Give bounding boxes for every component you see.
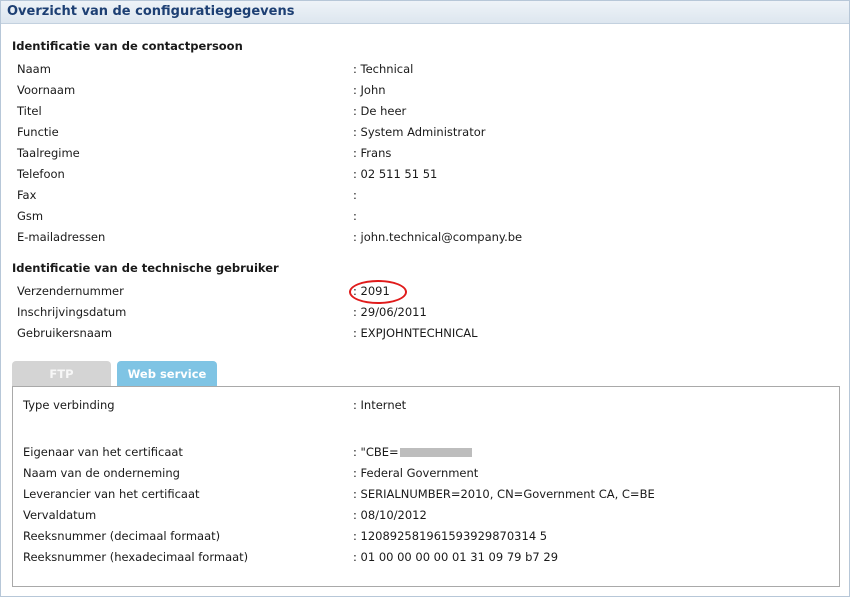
- field-value: : John: [353, 83, 386, 97]
- technical-row-gebruikersnaam: Gebruikersnaam : EXPJOHNTECHNICAL: [17, 325, 837, 341]
- field-label: Verzendernummer: [17, 284, 124, 298]
- contact-row-fax: Fax :: [17, 187, 837, 203]
- field-value: : Federal Government: [353, 466, 479, 480]
- field-value: : john.technical@company.be: [353, 230, 523, 244]
- field-label: Type verbinding: [23, 398, 115, 412]
- tab-web-service[interactable]: Web service: [117, 361, 217, 386]
- field-value: : SERIALNUMBER=2010, CN=Government CA, C…: [353, 487, 655, 501]
- field-value: : Frans: [353, 146, 392, 160]
- certificate-owner-value-wrap: : "CBE=: [353, 444, 472, 460]
- field-value: :: [353, 209, 357, 223]
- field-label: E-mailadressen: [17, 230, 106, 244]
- field-value: : Technical: [353, 62, 414, 76]
- field-label: Gebruikersnaam: [17, 326, 113, 340]
- ws-row-type-verbinding: Type verbinding : Internet: [23, 397, 833, 413]
- field-label: Reeksnummer (decimaal formaat): [23, 529, 221, 543]
- tab-ftp[interactable]: FTP: [12, 361, 111, 386]
- ws-row-leverancier: Leverancier van het certificaat : SERIAL…: [23, 486, 833, 502]
- contact-row-taalregime: Taalregime : Frans: [17, 145, 837, 161]
- field-label: Titel: [17, 104, 42, 118]
- field-value: : De heer: [353, 104, 407, 118]
- field-value: : "CBE=: [353, 445, 399, 459]
- field-label: Voornaam: [17, 83, 76, 97]
- highlight-circle: [349, 280, 407, 304]
- field-label: Functie: [17, 125, 59, 139]
- field-value: :: [353, 188, 357, 202]
- web-service-tab-panel: Type verbinding : Internet Eigenaar van …: [12, 386, 840, 587]
- ws-row-vervaldatum: Vervaldatum : 08/10/2012: [23, 507, 833, 523]
- field-label: Leverancier van het certificaat: [23, 487, 200, 501]
- redacted-block: [399, 448, 472, 457]
- field-label: Fax: [17, 188, 37, 202]
- technical-row-verzendernummer: Verzendernummer : 2091: [17, 283, 837, 299]
- ws-row-reeksnummer-hex: Reeksnummer (hexadecimaal formaat) : 01 …: [23, 549, 833, 565]
- ws-row-eigenaar: Eigenaar van het certificaat : "CBE=: [23, 444, 833, 460]
- contact-row-email: E-mailadressen : john.technical@company.…: [17, 229, 837, 245]
- ws-row-onderneming: Naam van de onderneming : Federal Govern…: [23, 465, 833, 481]
- field-label: Naam van de onderneming: [23, 466, 180, 480]
- contact-row-telefoon: Telefoon : 02 511 51 51: [17, 166, 837, 182]
- field-value: : System Administrator: [353, 125, 486, 139]
- contact-row-naam: Naam : Technical: [17, 61, 837, 77]
- contact-section-title: Identificatie van de contactpersoon: [12, 39, 243, 53]
- field-label: Naam: [17, 62, 51, 76]
- contact-row-functie: Functie : System Administrator: [17, 124, 837, 140]
- contact-row-titel: Titel : De heer: [17, 103, 837, 119]
- panel-title: Overzicht van de configuratiegegevens: [1, 1, 849, 24]
- field-value: : 02 511 51 51: [353, 167, 438, 181]
- configuration-overview-panel: Overzicht van de configuratiegegevens Id…: [0, 0, 850, 597]
- technical-row-inschrijvingsdatum: Inschrijvingsdatum : 29/06/2011: [17, 304, 837, 320]
- field-label: Taalregime: [17, 146, 80, 160]
- ws-row-reeksnummer-decimaal: Reeksnummer (decimaal formaat) : 1208925…: [23, 528, 833, 544]
- field-label: Vervaldatum: [23, 508, 97, 522]
- contact-row-voornaam: Voornaam : John: [17, 82, 837, 98]
- contact-row-gsm: Gsm :: [17, 208, 837, 224]
- field-label: Telefoon: [17, 167, 65, 181]
- field-value: : Internet: [353, 398, 407, 412]
- field-label: Inschrijvingsdatum: [17, 305, 127, 319]
- field-value: : 08/10/2012: [353, 508, 427, 522]
- field-value: : EXPJOHNTECHNICAL: [353, 326, 478, 340]
- field-label: Reeksnummer (hexadecimaal formaat): [23, 550, 249, 564]
- field-value: : 29/06/2011: [353, 305, 427, 319]
- field-label: Gsm: [17, 209, 44, 223]
- field-value: : 120892581961593929870314 5: [353, 529, 548, 543]
- field-label: Eigenaar van het certificaat: [23, 445, 183, 459]
- field-value: : 01 00 00 00 00 01 31 09 79 b7 29: [353, 550, 559, 564]
- technical-section-title: Identificatie van de technische gebruike…: [12, 261, 279, 275]
